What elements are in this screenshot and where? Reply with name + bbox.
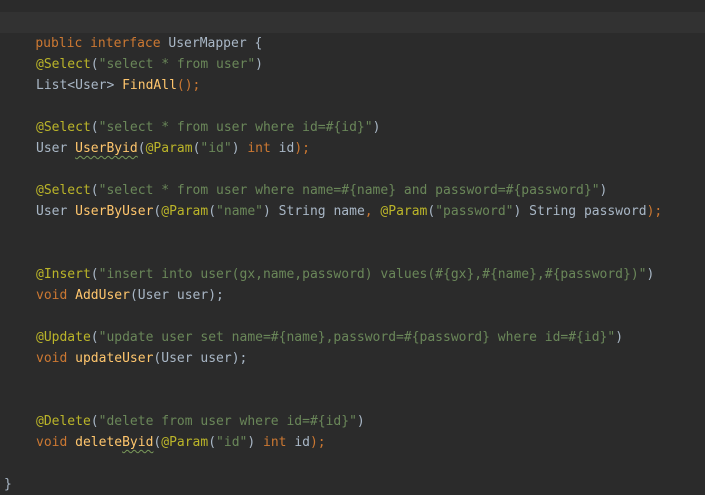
param-type: int bbox=[263, 435, 287, 450]
method-name-adduser: AddUser bbox=[75, 288, 130, 303]
code-line-userbyid-method[interactable]: User UserByid(@Param("id") int id); bbox=[0, 138, 705, 159]
code-line-select-byuser-annotation[interactable]: @Select("select * from user where name=#… bbox=[0, 180, 705, 201]
paren-open: ( bbox=[90, 183, 99, 198]
param-annotation: @Param bbox=[161, 435, 209, 450]
param-type: int bbox=[247, 141, 271, 156]
code-line-blank[interactable] bbox=[0, 369, 705, 390]
method-args: (User user); bbox=[129, 288, 224, 303]
return-type: User bbox=[36, 204, 68, 219]
param-value: "id" bbox=[200, 141, 232, 156]
sql-string: "select * from user" bbox=[98, 57, 256, 72]
param-annotation: @Param bbox=[380, 204, 428, 219]
paren-close: ) bbox=[247, 435, 256, 450]
paren-close: ) bbox=[646, 267, 655, 282]
paren-close: ) bbox=[615, 330, 624, 345]
code-line-updateuser-method[interactable]: void updateUser(User user); bbox=[0, 348, 705, 369]
return-type: void bbox=[36, 435, 68, 450]
sql-string: "insert into user(gx,name,password) valu… bbox=[98, 267, 647, 282]
paren-open: ( bbox=[90, 57, 99, 72]
code-line-blank[interactable] bbox=[0, 243, 705, 264]
paren-close: ) bbox=[255, 57, 263, 72]
sql-string: "delete from user where id=#{id}" bbox=[98, 414, 357, 429]
method-name-userbyuser: UserByUser bbox=[75, 204, 154, 219]
code-line-select-findall-annotation[interactable]: @Select("select * from user") bbox=[0, 54, 705, 75]
return-type: User bbox=[36, 141, 68, 156]
param-value: "name" bbox=[216, 204, 264, 219]
code-line-userbyuser-method[interactable]: User UserByUser(@Param("name") String na… bbox=[0, 201, 705, 222]
paren-open: ( bbox=[90, 330, 99, 345]
statement-end: ); bbox=[646, 204, 663, 219]
paren-close: ) bbox=[231, 141, 240, 156]
annotation-insert: @Insert bbox=[36, 267, 91, 282]
method-name-updateuser: updateUser bbox=[75, 351, 154, 366]
param-annotation: @Param bbox=[161, 204, 209, 219]
code-line-delete-annotation[interactable]: @Delete("delete from user where id=#{id}… bbox=[0, 411, 705, 432]
code-line-blank[interactable] bbox=[0, 33, 705, 54]
paren-open: ( bbox=[208, 204, 217, 219]
annotation-delete: @Delete bbox=[36, 414, 91, 429]
param-declaration: String name bbox=[278, 204, 365, 219]
annotation-update: @Update bbox=[36, 330, 91, 345]
close-brace: } bbox=[4, 477, 12, 492]
param-value: "password" bbox=[435, 204, 514, 219]
paren-open: ( bbox=[208, 435, 217, 450]
paren-close: ) bbox=[263, 204, 271, 219]
paren-open: ( bbox=[90, 267, 99, 282]
return-type: void bbox=[36, 288, 68, 303]
paren-close: ) bbox=[599, 183, 608, 198]
annotation-select: @Select bbox=[36, 183, 91, 198]
comma: , bbox=[364, 204, 373, 219]
code-line-closing-brace[interactable]: } bbox=[0, 474, 705, 495]
code-line-blank[interactable] bbox=[0, 222, 705, 243]
code-editor[interactable]: @apper public interface UserMapper { @Se… bbox=[0, 0, 705, 492]
method-args: (); bbox=[176, 78, 201, 93]
annotation-select: @Select bbox=[36, 120, 91, 135]
statement-end: ); bbox=[294, 141, 310, 156]
code-line-insert-annotation[interactable]: @Insert("insert into user(gx,name,passwo… bbox=[0, 264, 705, 285]
method-name-byid-suffix: Byid bbox=[122, 435, 154, 450]
return-type: List<User> bbox=[36, 78, 115, 93]
paren-close: ) bbox=[513, 204, 522, 219]
method-name-userbyid: UserByid bbox=[75, 141, 138, 156]
code-line-select-byid-annotation[interactable]: @Select("select * from user where id=#{i… bbox=[0, 117, 705, 138]
param-declaration: String password bbox=[529, 204, 647, 219]
paren-open: ( bbox=[137, 141, 146, 156]
param-annotation: @Param bbox=[145, 141, 193, 156]
code-line-blank[interactable] bbox=[0, 453, 705, 474]
paren-open: ( bbox=[90, 120, 99, 135]
code-line-blank[interactable] bbox=[0, 96, 705, 117]
param-name: id bbox=[294, 435, 310, 450]
code-line-mapper-annotation[interactable]: @apper bbox=[0, 0, 705, 30]
sql-string: "update user set name=#{name},password=#… bbox=[98, 330, 616, 345]
code-line-interface-declaration[interactable]: public interface UserMapper { bbox=[0, 12, 705, 51]
return-type: void bbox=[36, 351, 68, 366]
sql-string: "select * from user where id=#{id}" bbox=[98, 120, 373, 135]
method-name-delete-prefix: delete bbox=[75, 435, 123, 450]
sql-string: "select * from user where name=#{name} a… bbox=[98, 183, 600, 198]
code-line-blank[interactable] bbox=[0, 159, 705, 180]
method-name-findall: FindAll bbox=[122, 78, 177, 93]
paren-close: ) bbox=[372, 120, 381, 135]
code-line-deletebyid-method[interactable]: void deleteByid(@Param("id") int id); bbox=[0, 432, 705, 453]
code-line-findall-method[interactable]: List<User> FindAll(); bbox=[0, 75, 705, 96]
code-line-blank[interactable] bbox=[0, 390, 705, 411]
annotation-select: @Select bbox=[36, 57, 91, 72]
param-name: id bbox=[278, 141, 295, 156]
method-args: (User user); bbox=[153, 351, 248, 366]
code-line-update-annotation[interactable]: @Update("update user set name=#{name},pa… bbox=[0, 327, 705, 348]
param-value: "id" bbox=[216, 435, 248, 450]
paren-close: ) bbox=[356, 414, 365, 429]
code-line-blank[interactable] bbox=[0, 306, 705, 327]
statement-end: ); bbox=[309, 435, 326, 450]
paren-open: ( bbox=[90, 414, 99, 429]
code-line-adduser-method[interactable]: void AddUser(User user); bbox=[0, 285, 705, 306]
